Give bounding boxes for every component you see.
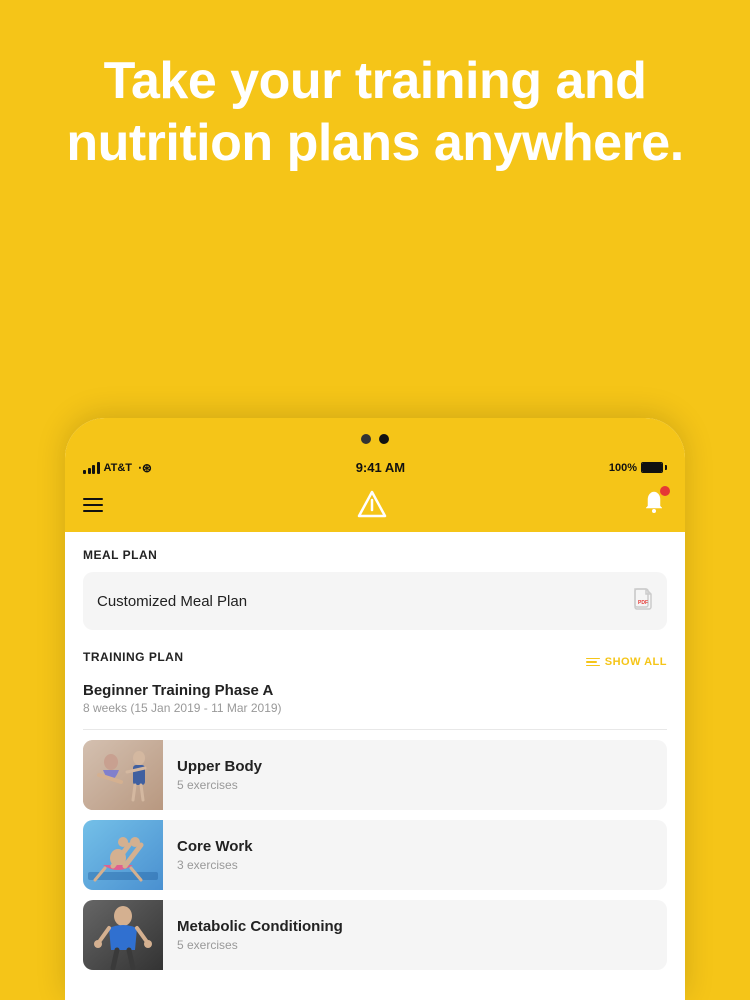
workout-title-upper-body: Upper Body: [177, 758, 653, 775]
workout-title-metcon: Metabolic Conditioning: [177, 918, 653, 935]
divider: [83, 729, 667, 730]
workout-exercises-metcon: 5 exercises: [177, 938, 653, 952]
training-header: TRAINING PLAN SHOW ALL: [83, 650, 667, 674]
menu-button[interactable]: [83, 498, 103, 512]
workout-thumb-metcon: [83, 900, 163, 970]
meal-plan-title: Customized Meal Plan: [97, 593, 247, 610]
app-header: [65, 481, 685, 532]
status-right: 100%: [609, 462, 667, 474]
workout-item-upper-body[interactable]: Upper Body 5 exercises: [83, 740, 667, 810]
meal-plan-card[interactable]: Customized Meal Plan PDF: [83, 572, 667, 630]
battery-percent: 100%: [609, 462, 637, 474]
pdf-icon: PDF: [633, 588, 653, 614]
training-plan-label: TRAINING PLAN: [83, 650, 184, 664]
plan-name: Beginner Training Phase A: [83, 682, 667, 699]
svg-text:PDF: PDF: [638, 600, 648, 606]
battery-icon: [641, 462, 667, 473]
status-bar: AT&T ⋅⊛ 9:41 AM 100%: [65, 454, 685, 481]
show-all-button[interactable]: SHOW ALL: [586, 656, 667, 668]
workout-thumb-core: [83, 820, 163, 890]
hero-section: Take your training and nutrition plans a…: [0, 0, 750, 205]
workout-thumb-upper: [83, 740, 163, 810]
show-all-icon: [586, 658, 600, 667]
dot-1[interactable]: [361, 434, 371, 444]
workout-item-core-work[interactable]: Core Work 3 exercises: [83, 820, 667, 890]
signal-bars-icon: [83, 462, 100, 474]
meal-plan-section: MEAL PLAN Customized Meal Plan PDF: [83, 548, 667, 630]
workout-item-metcon[interactable]: Metabolic Conditioning 5 exercises: [83, 900, 667, 970]
meal-plan-label: MEAL PLAN: [83, 548, 667, 562]
workout-info-metcon: Metabolic Conditioning 5 exercises: [163, 918, 667, 952]
status-time: 9:41 AM: [356, 460, 405, 475]
workout-exercises-core-work: 3 exercises: [177, 858, 653, 872]
show-all-label: SHOW ALL: [605, 656, 667, 668]
notification-button[interactable]: [641, 489, 667, 520]
workout-info-core-work: Core Work 3 exercises: [163, 838, 667, 872]
phone-frame: AT&T ⋅⊛ 9:41 AM 100%: [65, 418, 685, 1000]
hero-headline: Take your training and nutrition plans a…: [60, 50, 690, 175]
pagination-dots: [65, 418, 685, 454]
app-content: MEAL PLAN Customized Meal Plan PDF TRAIN…: [65, 532, 685, 1000]
app-logo: [357, 490, 387, 520]
status-left: AT&T ⋅⊛: [83, 461, 152, 475]
workout-title-core-work: Core Work: [177, 838, 653, 855]
notification-badge: [660, 486, 670, 496]
training-plan-section: TRAINING PLAN SHOW ALL Beginner Training…: [83, 650, 667, 970]
dot-2[interactable]: [379, 434, 389, 444]
workout-exercises-upper-body: 5 exercises: [177, 778, 653, 792]
plan-dates: 8 weeks (15 Jan 2019 - 11 Mar 2019): [83, 701, 667, 715]
wifi-icon: ⋅⊛: [138, 461, 152, 475]
carrier-label: AT&T: [104, 462, 133, 474]
workout-info-upper-body: Upper Body 5 exercises: [163, 758, 667, 792]
hero-text-container: Take your training and nutrition plans a…: [0, 0, 750, 205]
